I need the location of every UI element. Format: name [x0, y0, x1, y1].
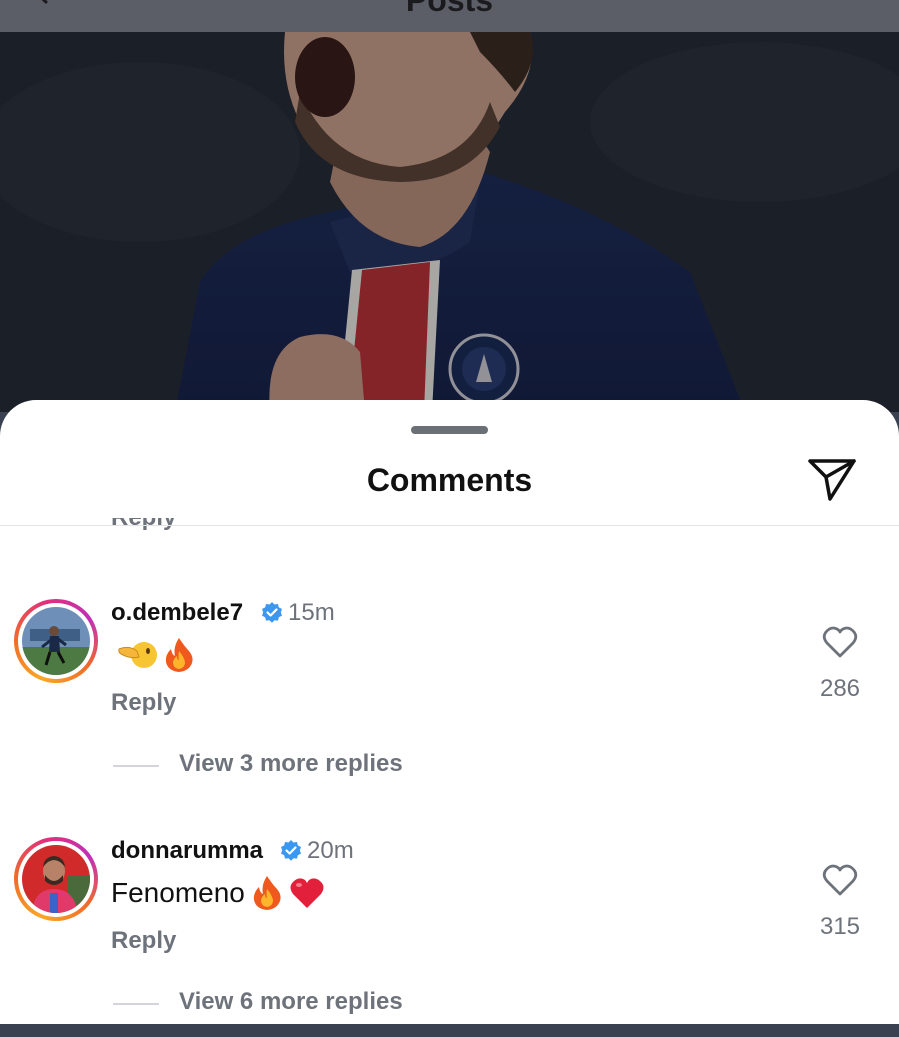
- verified-badge-icon: [262, 602, 282, 623]
- comment-text: [111, 637, 195, 673]
- avatar-image: [22, 607, 90, 675]
- sheet-title: Comments: [366, 462, 533, 498]
- reply-button[interactable]: Reply: [111, 689, 176, 717]
- like-count: 286: [819, 675, 861, 702]
- comment-username[interactable]: o.dembele7: [111, 599, 243, 627]
- fire-emoji: [165, 638, 193, 672]
- avatar[interactable]: [14, 837, 98, 921]
- replies-line: [113, 1003, 159, 1005]
- replies-line: [113, 765, 159, 767]
- comment-text: Fenomeno: [111, 875, 325, 911]
- page-title: Posts: [405, 0, 494, 18]
- comment-item: o.dembele7 15m Reply 286 View 3 more rep…: [0, 599, 899, 799]
- reply-button[interactable]: Reply: [111, 927, 176, 955]
- verified-badge-icon: [281, 840, 301, 861]
- view-more-replies-button[interactable]: View 6 more replies: [179, 988, 403, 1016]
- header-divider: [0, 525, 899, 526]
- top-bar: Posts: [0, 0, 899, 32]
- comment-time: 20m: [307, 837, 354, 864]
- fire-emoji: [253, 876, 281, 910]
- comment-time: 15m: [288, 599, 335, 626]
- comment-item: donnarumma 20m Fenomeno Reply 315 View 6…: [0, 837, 899, 1037]
- post-image: [0, 32, 899, 412]
- comment-username[interactable]: donnarumma: [111, 837, 263, 865]
- comments-sheet: Comments Reply: [0, 400, 899, 1024]
- cut-off-reply-button[interactable]: Reply: [111, 518, 176, 534]
- red-heart-emoji: [290, 878, 324, 908]
- heart-icon[interactable]: [822, 625, 858, 659]
- pointing-hand-face-emoji: [118, 642, 157, 668]
- like-count: 315: [819, 913, 861, 940]
- drag-handle[interactable]: [411, 426, 488, 434]
- view-more-replies-button[interactable]: View 3 more replies: [179, 750, 403, 778]
- heart-icon[interactable]: [822, 863, 858, 897]
- avatar[interactable]: [14, 599, 98, 683]
- avatar-image: [22, 845, 90, 913]
- share-send-icon[interactable]: [806, 457, 858, 503]
